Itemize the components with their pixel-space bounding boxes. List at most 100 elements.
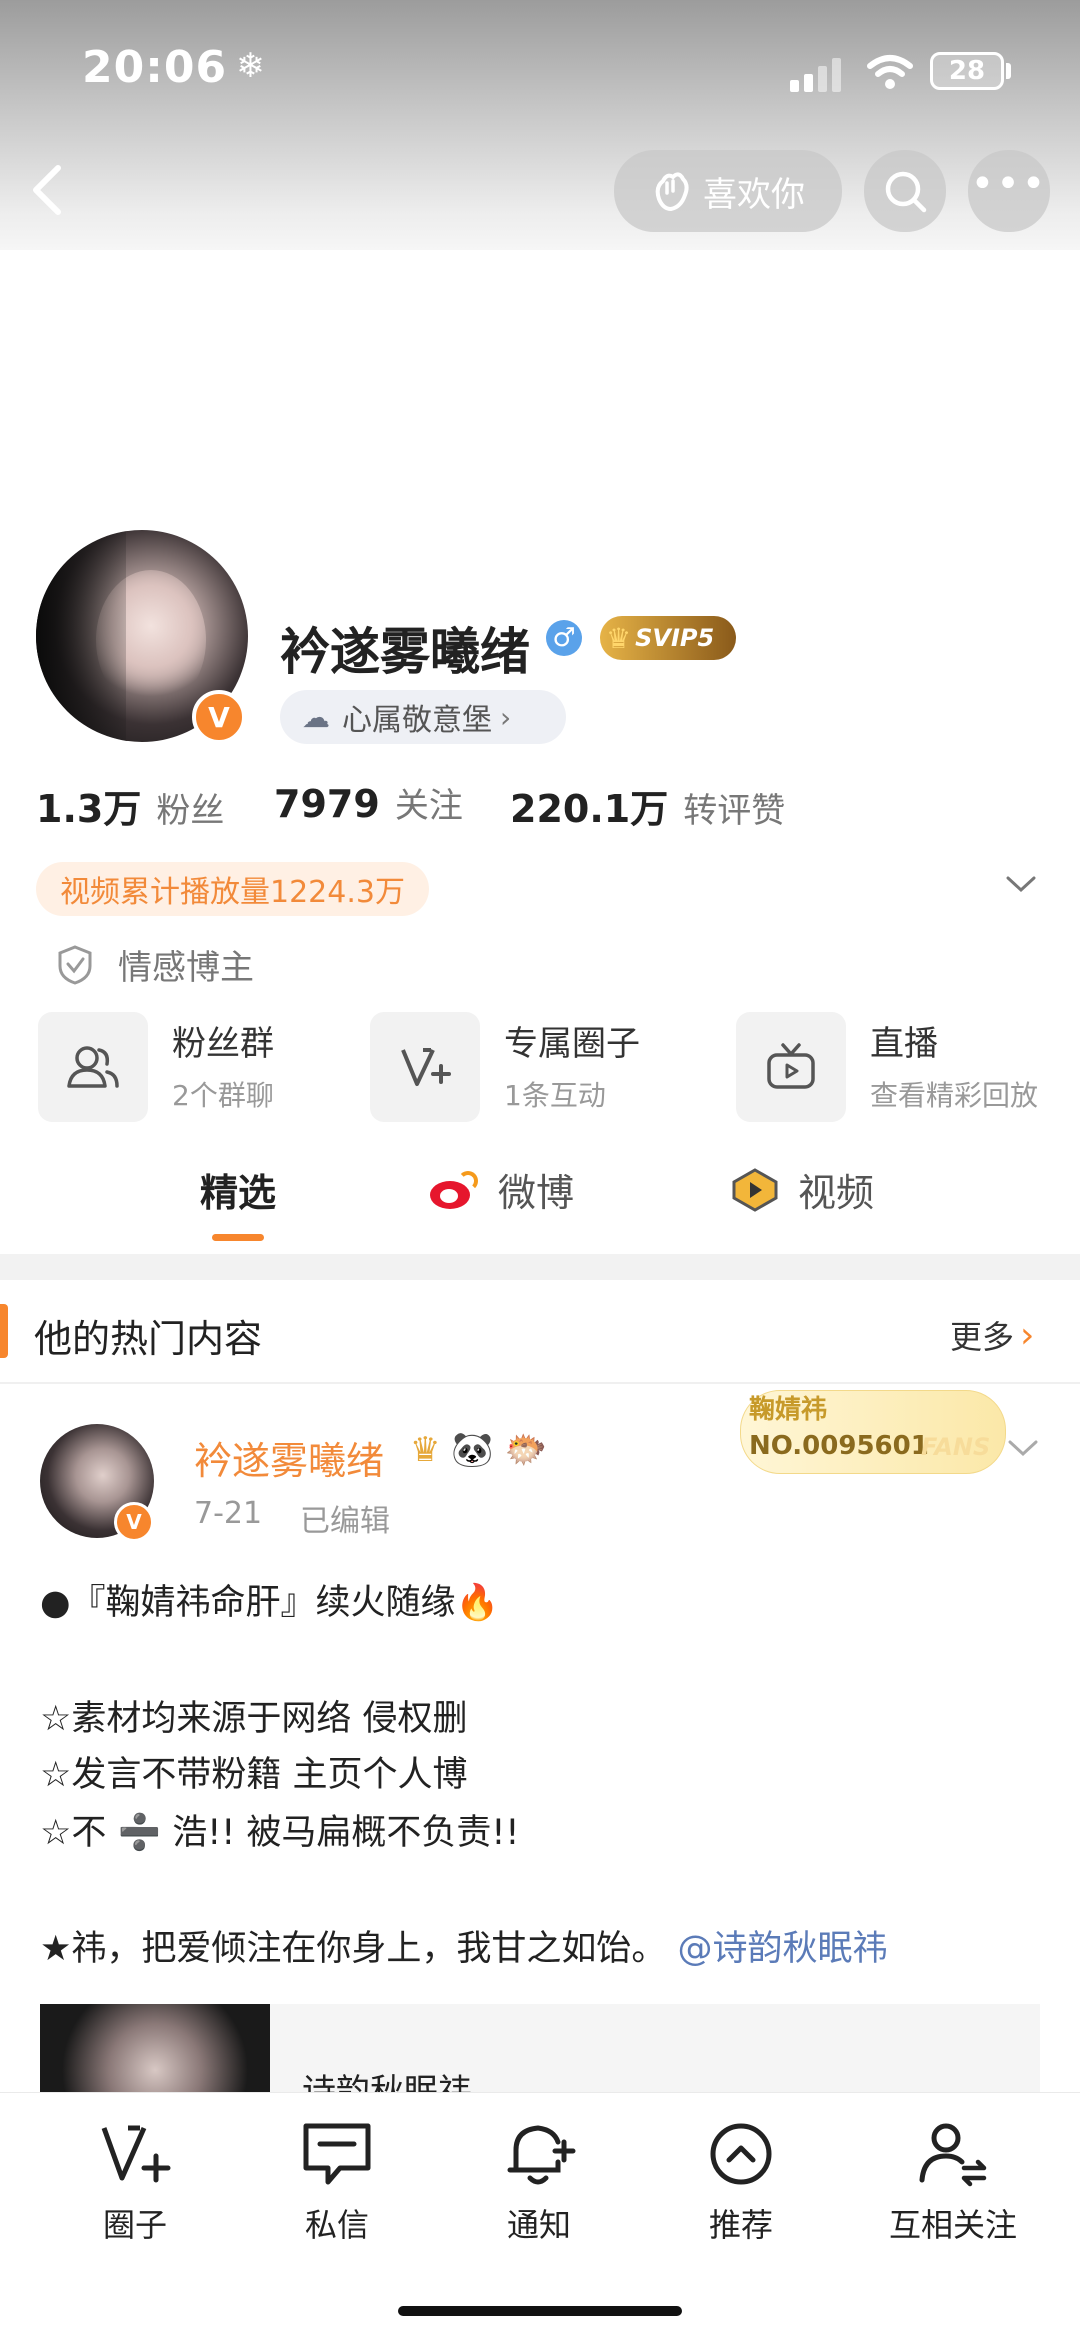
video-plays-label: 视频累计播放量1224.3万 xyxy=(60,875,405,910)
crown-badge-icon: ♛ xyxy=(410,1430,441,1470)
post-line-4: ☆不 ➗ 浩!! 被马扁概不负责!! xyxy=(40,1813,520,1853)
shield-check-icon xyxy=(58,944,92,985)
more-options-button[interactable]: ••• xyxy=(968,150,1050,232)
profile-name: 衿遂雾曦绪 xyxy=(280,623,530,681)
section-divider xyxy=(0,1254,1080,1280)
stat-interactions-value: 220.1万 xyxy=(510,787,669,831)
nav-notifications[interactable]: 通知 xyxy=(464,2120,614,2246)
group-icon xyxy=(38,1012,148,1122)
svip-label: SVIP5 xyxy=(635,624,715,652)
chat-icon xyxy=(303,2123,371,2185)
tab-weibo[interactable]: 微博 xyxy=(430,1162,574,1217)
tab-featured-label: 精选 xyxy=(200,1171,277,1215)
live-title: 直播 xyxy=(870,1024,938,1064)
nav-recommend-label: 推荐 xyxy=(708,2206,773,2244)
fans-card-name: 鞠婧祎 xyxy=(749,1395,828,1425)
tab-featured[interactable]: 精选 xyxy=(200,1162,276,1217)
snowflake-icon: ❄ xyxy=(236,46,265,86)
svip-badge[interactable]: ♛ SVIP5 xyxy=(600,616,736,660)
search-icon xyxy=(885,171,927,213)
tab-video[interactable]: 视频 xyxy=(730,1162,874,1217)
stats-row: 1.3万 粉丝 7979 关注 220.1万 转评赞 xyxy=(36,778,1036,831)
stat-fans[interactable]: 1.3万 粉丝 xyxy=(36,778,224,833)
stat-following-label: 关注 xyxy=(394,786,463,826)
stat-fans-label: 粉丝 xyxy=(156,791,225,831)
fan-group-subtitle: 2个群聊 xyxy=(172,1079,274,1112)
search-button[interactable] xyxy=(864,150,946,232)
post-line-3: ☆发言不带粉籍 主页个人博 xyxy=(40,1755,468,1795)
nav-circle-label: 圈子 xyxy=(102,2206,167,2244)
panda-icon: 🐼 xyxy=(451,1430,494,1470)
fan-group-title: 粉丝群 xyxy=(172,1024,274,1064)
more-dots-icon: ••• xyxy=(970,161,1048,207)
section-header-divider xyxy=(0,1382,1080,1384)
wifi-icon xyxy=(866,52,914,92)
stat-interactions-label: 转评赞 xyxy=(683,791,786,831)
post-verified-badge: V xyxy=(114,1502,154,1542)
stat-interactions[interactable]: 220.1万 转评赞 xyxy=(510,778,785,833)
nav-messages[interactable]: 私信 xyxy=(262,2120,412,2246)
exclusive-circle-subtitle: 1条互动 xyxy=(504,1079,606,1112)
section-accent-bar xyxy=(0,1304,8,1358)
fans-card-tag: FANS xyxy=(921,1433,991,1461)
post-dropdown-chevron-icon[interactable] xyxy=(1006,1436,1040,1464)
tab-video-label: 视频 xyxy=(798,1171,875,1215)
group-chip[interactable]: ☁ 心属敬意堡 › xyxy=(280,690,566,744)
nav-messages-label: 私信 xyxy=(304,2206,369,2244)
fans-card[interactable]: 鞠婧祎 NO.0095601 FANS xyxy=(740,1390,1006,1474)
post-line-1: ●『鞠婧祎命肝』续火随缘🔥 xyxy=(40,1583,500,1623)
post-line-5-wrap: ★祎，把爱倾注在你身上，我甘之如饴。 @诗韵秋眠祎 xyxy=(40,1920,888,1971)
post-author-badges: ♛ 🐼 🐡 xyxy=(410,1430,547,1470)
circle-v-icon xyxy=(101,2125,171,2183)
expand-chevron-icon[interactable] xyxy=(1004,872,1038,900)
back-button[interactable] xyxy=(26,160,76,220)
stat-following[interactable]: 7979 关注 xyxy=(274,778,463,827)
video-logo-icon xyxy=(730,1167,780,1212)
feature-card-fan-group[interactable]: 粉丝群 2个群聊 xyxy=(38,1012,358,1124)
chevron-right-icon: › xyxy=(1020,1314,1035,1356)
like-button-label: 喜欢你 xyxy=(703,174,805,215)
chevron-left-icon xyxy=(33,165,61,215)
chevron-right-icon: › xyxy=(500,700,512,734)
up-arrow-circle-icon xyxy=(710,2123,772,2185)
fans-card-number: NO.0095601 xyxy=(749,1431,929,1461)
post-edited-label: 已编辑 xyxy=(300,1504,390,1539)
verified-badge: V xyxy=(192,690,246,744)
tab-weibo-label: 微博 xyxy=(498,1171,575,1215)
circle-v-icon xyxy=(370,1012,480,1122)
video-plays-chip[interactable]: 视频累计播放量1224.3万 xyxy=(36,862,429,916)
like-button[interactable]: 喜欢你 xyxy=(614,150,842,232)
post-line-5: ★祎，把爱倾注在你身上，我甘之如饴。 xyxy=(40,1929,667,1969)
category-row: 情感博主 xyxy=(56,940,254,989)
tab-active-underline xyxy=(212,1234,264,1241)
feature-card-live[interactable]: 直播 查看精彩回放 xyxy=(736,1012,1066,1124)
post-mention-link[interactable]: @诗韵秋眠祎 xyxy=(678,1929,888,1969)
stat-following-value: 7979 xyxy=(274,782,380,826)
home-indicator xyxy=(398,2306,682,2316)
battery-tip xyxy=(1006,63,1011,79)
crown-icon: ♛ xyxy=(606,621,632,655)
section-more-label: 更多 xyxy=(950,1318,1015,1356)
exclusive-circle-title: 专属圈子 xyxy=(504,1024,640,1064)
section-title: 他的热门内容 xyxy=(34,1317,263,1361)
post-date: 7-21 xyxy=(194,1496,263,1531)
battery-indicator: 28 xyxy=(930,52,1004,90)
male-gender-icon: ♂ xyxy=(546,620,582,656)
post-line-2: ☆素材均来源于网络 侵权删 xyxy=(40,1699,468,1739)
section-more-link[interactable]: 更多 › xyxy=(950,1312,1034,1358)
nav-notifications-label: 通知 xyxy=(506,2206,571,2244)
bell-icon xyxy=(507,2125,576,2185)
nav-recommend[interactable]: 推荐 xyxy=(666,2120,816,2246)
cloud-icon: ☁ xyxy=(302,700,330,734)
mutual-follow-icon xyxy=(919,2123,987,2187)
signal-icon xyxy=(790,58,846,92)
nav-mutual-follow-label: 互相关注 xyxy=(888,2206,1017,2244)
hand-heart-icon xyxy=(655,172,689,212)
group-chip-label: 心属敬意堡 xyxy=(342,703,492,738)
nav-circle[interactable]: 圈子 xyxy=(60,2120,210,2246)
post-author[interactable]: 衿遂雾曦绪 xyxy=(194,1430,384,1485)
pufferfish-icon: 🐡 xyxy=(504,1430,547,1470)
nav-mutual-follow[interactable]: 互相关注 xyxy=(868,2120,1038,2246)
feature-card-exclusive-circle[interactable]: 专属圈子 1条互动 xyxy=(370,1012,710,1124)
tv-icon xyxy=(736,1012,846,1122)
